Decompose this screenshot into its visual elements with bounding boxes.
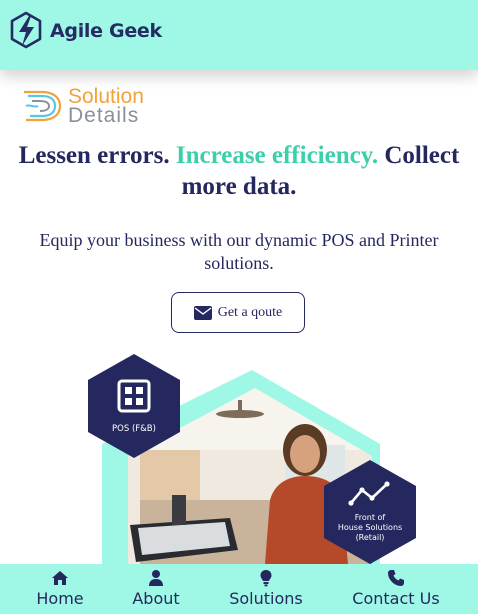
solution-details-mark [24, 90, 62, 122]
nav-item-home[interactable]: Home [30, 564, 90, 614]
home-icon [52, 571, 68, 585]
get-quote-button[interactable]: Get a qoute [171, 292, 305, 333]
hero-subtitle: Equip your business with our dynamic POS… [39, 230, 439, 273]
lightning-hexagon-icon [10, 11, 42, 49]
top-bar: Agile Geek [0, 0, 478, 70]
nav-item-about[interactable]: About [126, 564, 186, 614]
hero-headline: Lessen errors. Increase efficiency. Coll… [0, 140, 478, 202]
solution-details-logo: Solution Details [20, 86, 150, 130]
hero-illustration: POS (F&B) Front of House Solutions (Reta… [88, 354, 416, 564]
get-quote-label: Get a qoute [217, 304, 283, 320]
partner-word-2: Details [68, 104, 140, 127]
headline-accent: Increase efficiency. [175, 142, 379, 169]
nav-label-home: Home [36, 589, 84, 608]
retail-badge-line-1: Front of [355, 513, 386, 522]
nav-label-contact: Contact Us [352, 589, 440, 608]
user-icon [149, 570, 163, 586]
phone-icon [388, 570, 404, 586]
retail-badge-line-3: (Retail) [356, 533, 385, 542]
nav-label-solutions: Solutions [229, 589, 303, 608]
nav-label-about: About [132, 589, 180, 608]
pos-badge-label: POS (F&B) [112, 424, 156, 434]
nav-item-contact[interactable]: Contact Us [346, 564, 446, 614]
brand-name: Agile Geek [50, 20, 162, 42]
lightbulb-icon [260, 570, 272, 587]
retail-badge-line-2: House Solutions [338, 523, 402, 532]
headline-part-1: Lessen errors. [18, 142, 170, 169]
envelope-icon [193, 305, 212, 320]
nav-item-solutions[interactable]: Solutions [222, 564, 310, 614]
bottom-nav: Home About Solutions Contact Us [0, 564, 478, 614]
brand-logo[interactable]: Agile Geek [8, 10, 162, 52]
